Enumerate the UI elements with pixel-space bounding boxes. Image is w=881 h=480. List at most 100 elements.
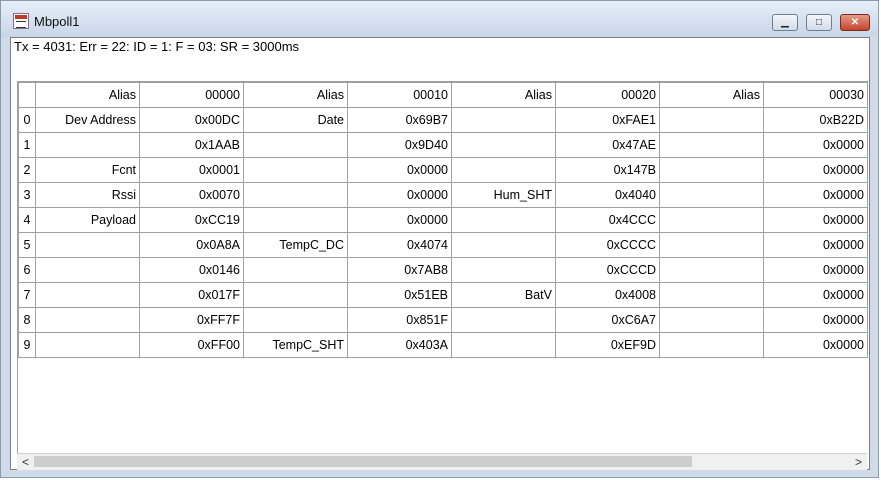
row-number[interactable]: 3 (18, 182, 36, 208)
value-cell[interactable]: 0x4074 (347, 232, 452, 258)
alias-cell[interactable]: TempC_SHT (243, 332, 348, 358)
value-cell[interactable]: 0xFF7F (139, 307, 244, 333)
column-header[interactable]: 00030 (763, 82, 868, 108)
alias-cell[interactable] (243, 132, 348, 158)
alias-cell[interactable]: Date (243, 107, 348, 133)
horizontal-scrollbar[interactable]: < > (17, 453, 867, 470)
value-cell[interactable]: 0x1AAB (139, 132, 244, 158)
row-number[interactable]: 0 (18, 107, 36, 133)
alias-cell[interactable] (35, 307, 140, 333)
alias-cell[interactable] (243, 307, 348, 333)
row-number[interactable]: 6 (18, 257, 36, 283)
alias-cell[interactable]: BatV (451, 282, 556, 308)
column-header[interactable]: Alias (35, 82, 140, 108)
column-header[interactable]: 00000 (139, 82, 244, 108)
value-cell[interactable]: 0x47AE (555, 132, 660, 158)
value-cell[interactable]: 0xCCCC (555, 232, 660, 258)
value-cell[interactable]: 0x0000 (763, 182, 868, 208)
column-header[interactable]: Alias (451, 82, 556, 108)
value-cell[interactable]: 0xCC19 (139, 207, 244, 233)
alias-cell[interactable] (659, 282, 764, 308)
row-number[interactable]: 2 (18, 157, 36, 183)
alias-cell[interactable] (243, 282, 348, 308)
value-cell[interactable]: 0x0A8A (139, 232, 244, 258)
value-cell[interactable]: 0x51EB (347, 282, 452, 308)
alias-cell[interactable]: Fcnt (35, 157, 140, 183)
alias-cell[interactable] (659, 132, 764, 158)
value-cell[interactable]: 0x4CCC (555, 207, 660, 233)
value-cell[interactable]: 0x0000 (347, 207, 452, 233)
maximize-button[interactable]: □ (806, 14, 832, 31)
value-cell[interactable]: 0xFAE1 (555, 107, 660, 133)
alias-cell[interactable] (451, 232, 556, 258)
alias-cell[interactable] (451, 307, 556, 333)
value-cell[interactable]: 0x0000 (763, 207, 868, 233)
value-cell[interactable]: 0x4040 (555, 182, 660, 208)
value-cell[interactable]: 0x0000 (347, 157, 452, 183)
app-icon[interactable] (13, 13, 29, 29)
value-cell[interactable]: 0xFF00 (139, 332, 244, 358)
value-cell[interactable]: 0x0000 (763, 332, 868, 358)
value-cell[interactable]: 0x0146 (139, 257, 244, 283)
alias-cell[interactable] (35, 332, 140, 358)
close-button[interactable]: ✕ (840, 14, 870, 31)
value-cell[interactable]: 0x0000 (763, 257, 868, 283)
minimize-button[interactable]: ▁ (772, 14, 798, 31)
value-cell[interactable]: 0x00DC (139, 107, 244, 133)
alias-cell[interactable]: Payload (35, 207, 140, 233)
alias-cell[interactable] (35, 132, 140, 158)
value-cell[interactable]: 0x69B7 (347, 107, 452, 133)
alias-cell[interactable] (659, 332, 764, 358)
alias-cell[interactable] (451, 107, 556, 133)
alias-cell[interactable] (243, 257, 348, 283)
alias-cell[interactable]: Hum_SHT (451, 182, 556, 208)
scroll-left-icon[interactable]: < (17, 454, 34, 470)
row-number[interactable]: 9 (18, 332, 36, 358)
value-cell[interactable]: 0x0070 (139, 182, 244, 208)
value-cell[interactable]: 0x0000 (763, 157, 868, 183)
row-number[interactable]: 5 (18, 232, 36, 258)
column-header[interactable]: Alias (659, 82, 764, 108)
alias-cell[interactable]: TempC_DC (243, 232, 348, 258)
alias-cell[interactable] (35, 257, 140, 283)
row-number[interactable]: 1 (18, 132, 36, 158)
title-bar[interactable]: Mbpoll1 ▁ □ ✕ (1, 1, 878, 37)
alias-cell[interactable]: Dev Address (35, 107, 140, 133)
column-header[interactable]: Alias (243, 82, 348, 108)
register-grid[interactable]: Alias 00000 Alias 00010 Alias 00020 Alia… (17, 81, 868, 455)
alias-cell[interactable] (243, 157, 348, 183)
value-cell[interactable]: 0x0000 (763, 232, 868, 258)
column-header[interactable]: 00020 (555, 82, 660, 108)
value-cell[interactable]: 0x017F (139, 282, 244, 308)
alias-cell[interactable] (243, 182, 348, 208)
alias-cell[interactable] (659, 232, 764, 258)
alias-cell[interactable] (451, 257, 556, 283)
alias-cell[interactable]: Rssi (35, 182, 140, 208)
alias-cell[interactable] (659, 182, 764, 208)
alias-cell[interactable] (451, 132, 556, 158)
value-cell[interactable]: 0xB22D (763, 107, 868, 133)
scrollbar-thumb[interactable] (34, 456, 692, 467)
column-header[interactable]: 00010 (347, 82, 452, 108)
value-cell[interactable]: 0x0001 (139, 157, 244, 183)
value-cell[interactable]: 0xEF9D (555, 332, 660, 358)
value-cell[interactable]: 0x9D40 (347, 132, 452, 158)
value-cell[interactable]: 0xC6A7 (555, 307, 660, 333)
alias-cell[interactable] (451, 157, 556, 183)
value-cell[interactable]: 0x0000 (763, 307, 868, 333)
value-cell[interactable]: 0x0000 (763, 282, 868, 308)
value-cell[interactable]: 0x0000 (763, 132, 868, 158)
value-cell[interactable]: 0xCCCD (555, 257, 660, 283)
value-cell[interactable]: 0x7AB8 (347, 257, 452, 283)
row-number[interactable]: 8 (18, 307, 36, 333)
alias-cell[interactable] (659, 107, 764, 133)
value-cell[interactable]: 0x0000 (347, 182, 452, 208)
alias-cell[interactable] (659, 157, 764, 183)
scroll-right-icon[interactable]: > (850, 454, 867, 470)
alias-cell[interactable] (451, 207, 556, 233)
alias-cell[interactable] (35, 232, 140, 258)
value-cell[interactable]: 0x147B (555, 157, 660, 183)
alias-cell[interactable] (659, 207, 764, 233)
value-cell[interactable]: 0x4008 (555, 282, 660, 308)
alias-cell[interactable] (243, 207, 348, 233)
